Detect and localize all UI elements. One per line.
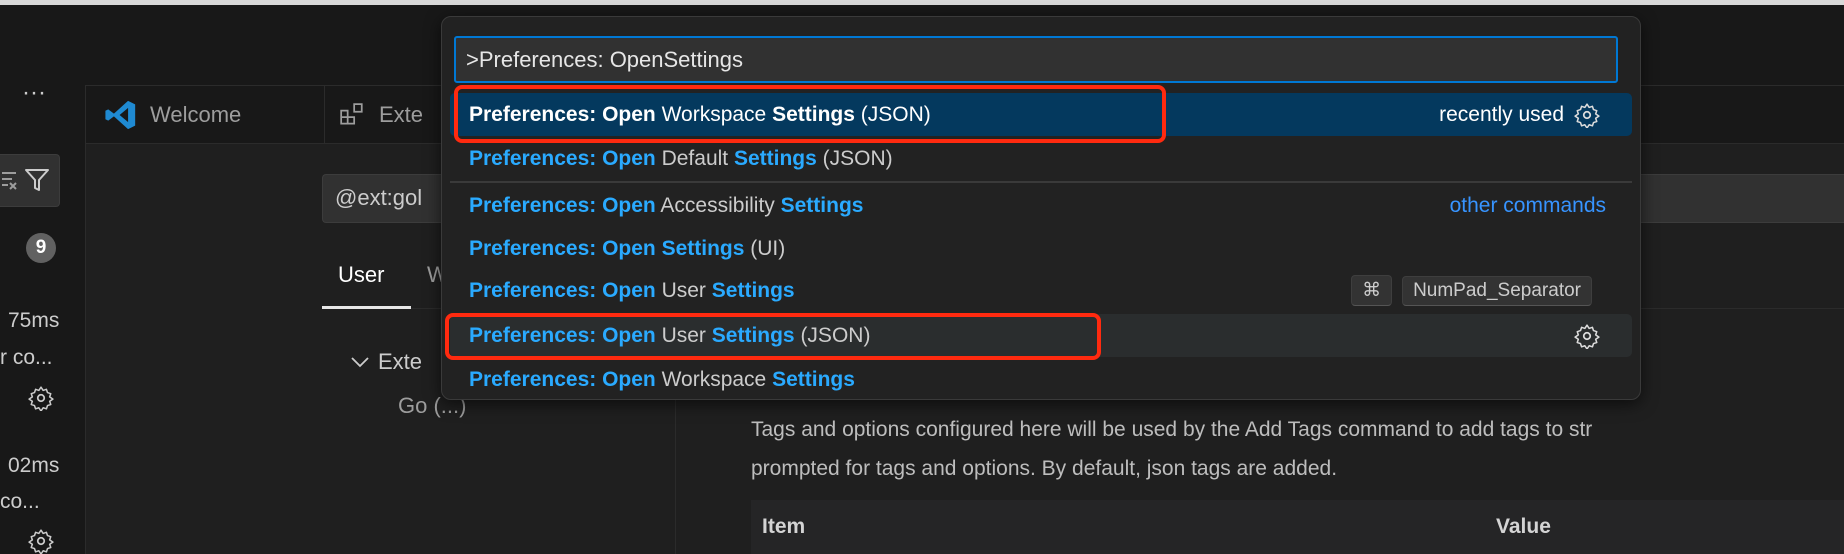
item-actions: ⌘ NumPad_Separator <box>1351 275 1592 306</box>
match-highlight: Settings <box>780 193 864 217</box>
match-highlight: Preferences: Open <box>469 367 656 391</box>
label-text: (UI) <box>744 236 786 260</box>
match-highlight: Preferences: Open <box>469 236 656 260</box>
match-highlight: Preferences: Open <box>469 146 656 170</box>
gear-icon[interactable] <box>28 385 54 411</box>
match-highlight: Preferences: Open <box>469 278 656 302</box>
description-line: prompted for tags and options. By defaul… <box>751 457 1338 480</box>
filter-icon[interactable] <box>24 167 50 193</box>
label-text: Workspace <box>655 367 773 391</box>
setting-description: Tags and options configured here will be… <box>751 410 1592 488</box>
keybinding-key: ⌘ <box>1351 275 1393 306</box>
column-header-item: Item <box>762 515 806 538</box>
other-commands-label: other commands <box>1449 193 1606 217</box>
label-text: (JSON) <box>816 146 893 170</box>
match-highlight: Settings <box>772 367 855 391</box>
command-item[interactable]: Preferences: Open Settings (UI) <box>450 227 1632 270</box>
configure-keybinding-button[interactable] <box>1574 102 1600 128</box>
match-highlight: Preferences: Open <box>469 193 656 217</box>
command-palette-input[interactable]: >Preferences: OpenSettings <box>454 36 1618 83</box>
tab-label: Welcome <box>150 101 242 127</box>
tab-user[interactable]: User <box>338 262 384 288</box>
table-header: Item Value <box>751 500 1844 554</box>
annotation-highlight-box <box>445 313 1101 360</box>
item-description: r co... <box>0 346 53 369</box>
chevron-down-icon <box>351 357 369 368</box>
sidebar: ··· 9 75ms r co... 02ms co... <box>0 79 86 554</box>
column-header-value: Value <box>1496 515 1551 538</box>
label-text: Default <box>655 146 734 170</box>
active-tab-indicator <box>322 306 411 309</box>
command-item[interactable]: Preferences: Open Workspace Settings <box>450 358 1632 401</box>
tree-item-extensions[interactable]: Exte <box>350 349 422 375</box>
label-text: User <box>655 278 712 302</box>
gear-icon[interactable] <box>1574 323 1600 349</box>
item-actions <box>1574 323 1600 349</box>
item-description: co... <box>0 490 40 513</box>
configure-keybinding-button[interactable] <box>1574 323 1600 349</box>
label-text: Accessibility <box>655 193 781 217</box>
count-badge: 9 <box>26 233 56 263</box>
gear-icon[interactable] <box>1574 102 1600 128</box>
timing-text: 75ms <box>8 309 60 332</box>
command-item[interactable]: Preferences: Open User Settings ⌘ NumPad_S… <box>450 269 1632 312</box>
filter-box[interactable] <box>0 154 60 207</box>
item-actions: other commands <box>1450 194 1606 218</box>
tree-label: Exte <box>378 349 423 374</box>
command-item[interactable]: Preferences: Open Accessibility Settings… <box>450 184 1632 227</box>
more-actions-icon[interactable]: ··· <box>22 79 46 107</box>
recently-used-label: recently used <box>1439 102 1564 126</box>
description-line: Tags and options configured here will be… <box>751 418 1593 441</box>
extensions-icon <box>340 102 363 125</box>
annotation-highlight-box <box>454 85 1166 143</box>
gear-icon[interactable] <box>28 528 54 554</box>
tab-welcome[interactable]: Welcome <box>86 86 325 143</box>
clear-filter-icon[interactable] <box>2 169 20 191</box>
match-highlight: Settings <box>711 278 795 302</box>
group-separator <box>450 181 1632 183</box>
vscode-logo-icon <box>105 100 136 129</box>
command-item[interactable]: Preferences: Open Default Settings (JSON… <box>450 137 1632 180</box>
item-actions: recently used <box>1439 102 1600 128</box>
match-highlight: Settings <box>661 236 745 260</box>
timing-text: 02ms <box>8 454 60 477</box>
command-palette: >Preferences: OpenSettings Preferences: … <box>441 16 1641 400</box>
keybinding-key: NumPad_Separator <box>1402 275 1592 306</box>
match-highlight: Settings <box>733 146 817 170</box>
tab-label: Exte <box>379 101 424 127</box>
